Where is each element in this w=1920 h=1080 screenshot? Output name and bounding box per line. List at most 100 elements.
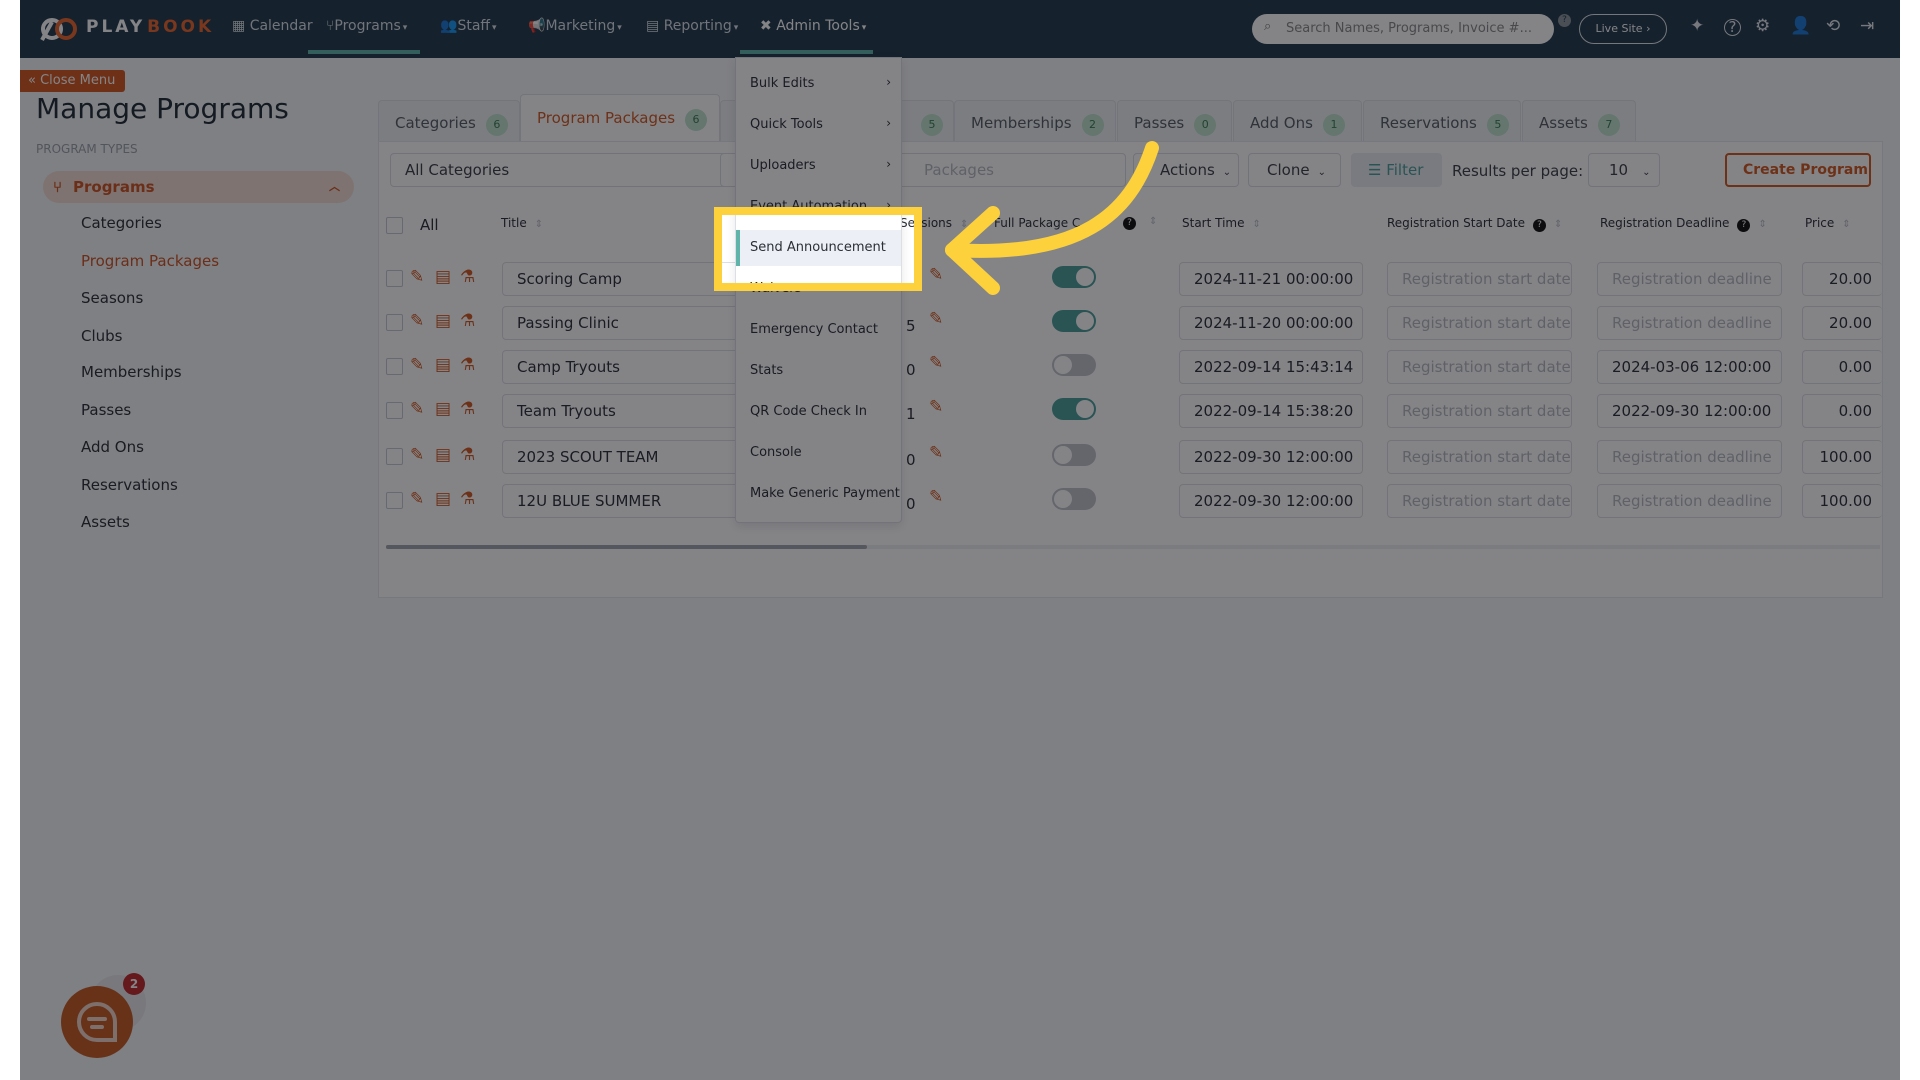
add-user-icon[interactable]: 👤 bbox=[1790, 16, 1811, 36]
edit-pencil-icon[interactable]: ✎ bbox=[929, 353, 943, 373]
title-input[interactable]: Passing Clinic bbox=[502, 306, 742, 340]
edit-pencil-icon[interactable]: ✎ bbox=[929, 487, 943, 507]
title-input[interactable]: 2023 SCOUT TEAM bbox=[502, 440, 742, 474]
reg-deadline-input[interactable]: 2024-03-06 12:00:00 bbox=[1597, 350, 1782, 384]
flask-icon[interactable]: ⚗ bbox=[460, 267, 475, 287]
tab[interactable]: Assets 7 bbox=[1522, 100, 1636, 141]
announcement-icon[interactable]: ✦ bbox=[1690, 16, 1704, 36]
filter-button[interactable]: ☰ Filter bbox=[1351, 153, 1442, 187]
menu-item[interactable]: Stats bbox=[736, 353, 901, 389]
menu-item[interactable]: Send Announcement bbox=[736, 230, 901, 266]
list-icon[interactable]: ▤ bbox=[435, 489, 451, 509]
title-input[interactable]: Scoring Camp bbox=[502, 262, 742, 296]
nav-admin-tools[interactable]: ✖ Admin Tools ▾ bbox=[760, 18, 866, 34]
sidebar-group-programs[interactable]: ⑂ Programs ︿ bbox=[43, 171, 354, 203]
tab[interactable]: Memberships 2 bbox=[954, 100, 1116, 141]
horizontal-scrollbar[interactable] bbox=[386, 545, 1880, 549]
sidebar-item[interactable]: Add Ons bbox=[81, 438, 144, 456]
edit-pencil-icon[interactable]: ✎ bbox=[410, 267, 424, 287]
reg-deadline-input[interactable]: Registration deadline bbox=[1597, 306, 1782, 340]
start-time-input[interactable]: 2024-11-20 00:00:00 bbox=[1179, 306, 1363, 340]
tab[interactable]: Program Packages 6 bbox=[520, 94, 720, 142]
edit-pencil-icon[interactable]: ✎ bbox=[929, 443, 943, 463]
nav-reporting[interactable]: ▤ Reporting ▾ bbox=[646, 18, 738, 34]
price-input[interactable]: 20.00 bbox=[1802, 262, 1882, 296]
menu-item[interactable]: Console bbox=[736, 435, 901, 471]
row-checkbox[interactable] bbox=[386, 492, 403, 509]
header-reg-deadline[interactable]: Registration Deadline? ⇕ bbox=[1600, 216, 1767, 232]
help-icon[interactable]: ? bbox=[1558, 14, 1571, 27]
nav-calendar[interactable]: ▦ Calendar bbox=[232, 18, 313, 34]
start-time-input[interactable]: 2024-11-21 00:00:00 bbox=[1179, 262, 1363, 296]
sort-icon[interactable]: ⇕ bbox=[1758, 219, 1766, 230]
menu-item[interactable]: Quick Tools › bbox=[736, 107, 901, 143]
select-all-checkbox[interactable] bbox=[386, 217, 403, 234]
menu-item[interactable]: Emergency Contact bbox=[736, 312, 901, 348]
reg-deadline-input[interactable]: Registration deadline bbox=[1597, 262, 1782, 296]
sort-icon[interactable]: ⇕ bbox=[960, 219, 968, 230]
header-full-package[interactable]: Full Package C bbox=[994, 216, 1114, 230]
start-time-input[interactable]: 2022-09-30 12:00:00 bbox=[1179, 484, 1363, 518]
reg-start-input[interactable]: Registration start date bbox=[1387, 306, 1572, 340]
tab[interactable]: Add Ons 1 bbox=[1233, 100, 1362, 141]
sort-icon[interactable]: ⇕ bbox=[535, 219, 543, 230]
start-time-input[interactable]: 2022-09-14 15:43:14 bbox=[1179, 350, 1363, 384]
header-price[interactable]: Price ⇕ bbox=[1805, 216, 1851, 230]
row-checkbox[interactable] bbox=[386, 448, 403, 465]
results-per-page-select[interactable]: 10 ⌄ bbox=[1588, 153, 1660, 187]
chat-widget-button[interactable] bbox=[61, 986, 133, 1058]
reg-deadline-input[interactable]: Registration deadline bbox=[1597, 484, 1782, 518]
sort-icon[interactable]: ⇕ bbox=[1554, 219, 1562, 230]
row-checkbox[interactable] bbox=[386, 358, 403, 375]
tab[interactable]: Categories 6 bbox=[378, 100, 520, 141]
edit-pencil-icon[interactable]: ✎ bbox=[929, 309, 943, 329]
edit-pencil-icon[interactable]: ✎ bbox=[410, 355, 424, 375]
menu-item[interactable]: QR Code Check In bbox=[736, 394, 901, 430]
header-reg-start[interactable]: Registration Start Date? ⇕ bbox=[1387, 216, 1562, 232]
header-title[interactable]: Title ⇕ bbox=[501, 216, 543, 230]
title-input[interactable]: Team Tryouts bbox=[502, 394, 742, 428]
sort-icon[interactable]: ⇕ bbox=[1149, 216, 1157, 227]
title-input[interactable]: Camp Tryouts bbox=[502, 350, 742, 384]
sidebar-item[interactable]: Clubs bbox=[81, 327, 122, 345]
row-checkbox[interactable] bbox=[386, 314, 403, 331]
edit-pencil-icon[interactable]: ✎ bbox=[410, 445, 424, 465]
row-checkbox[interactable] bbox=[386, 402, 403, 419]
question-icon[interactable]: ? bbox=[1724, 19, 1741, 36]
sort-icon[interactable]: ⇕ bbox=[1842, 219, 1850, 230]
menu-item[interactable]: Event Automation › bbox=[736, 189, 901, 225]
tab[interactable]: Passes 0 bbox=[1117, 100, 1232, 141]
price-input[interactable]: 0.00 bbox=[1802, 350, 1882, 384]
edit-pencil-icon[interactable]: ✎ bbox=[929, 265, 943, 285]
clone-dropdown[interactable]: Clone ⌄ bbox=[1248, 153, 1341, 187]
start-time-input[interactable]: 2022-09-14 15:38:20 bbox=[1179, 394, 1363, 428]
nav-marketing[interactable]: 📢Marketing ▾ bbox=[528, 18, 622, 34]
playbook-logo[interactable]: PLAY BOOK bbox=[38, 12, 214, 42]
sidebar-item[interactable]: Categories bbox=[81, 214, 162, 232]
menu-item[interactable]: Make Generic Payment bbox=[736, 476, 901, 512]
tab[interactable]: Reservations 5 bbox=[1363, 100, 1521, 141]
history-icon[interactable]: ⟲ bbox=[1826, 16, 1840, 36]
list-icon[interactable]: ▤ bbox=[435, 311, 451, 331]
help-circle-icon[interactable]: ? bbox=[1533, 219, 1546, 232]
price-input[interactable]: 100.00 bbox=[1802, 484, 1882, 518]
edit-pencil-icon[interactable]: ✎ bbox=[410, 311, 424, 331]
flask-icon[interactable]: ⚗ bbox=[460, 311, 475, 331]
edit-pencil-icon[interactable]: ✎ bbox=[410, 399, 424, 419]
list-icon[interactable]: ▤ bbox=[435, 445, 451, 465]
full-package-toggle[interactable] bbox=[1052, 310, 1096, 332]
full-package-toggle[interactable] bbox=[1052, 398, 1096, 420]
list-icon[interactable]: ▤ bbox=[435, 355, 451, 375]
edit-pencil-icon[interactable]: ✎ bbox=[410, 489, 424, 509]
logout-icon[interactable]: ⇥ bbox=[1860, 16, 1874, 36]
full-package-toggle[interactable] bbox=[1052, 354, 1096, 376]
nav-staff[interactable]: 👥Staff ▾ bbox=[440, 18, 497, 34]
flask-icon[interactable]: ⚗ bbox=[460, 489, 475, 509]
reg-start-input[interactable]: Registration start date bbox=[1387, 484, 1572, 518]
reg-start-input[interactable]: Registration start date bbox=[1387, 262, 1572, 296]
reg-start-input[interactable]: Registration start date bbox=[1387, 394, 1572, 428]
header-start-time[interactable]: Start Time ⇕ bbox=[1182, 216, 1261, 230]
gear-icon[interactable]: ⚙ bbox=[1755, 16, 1770, 36]
actions-dropdown[interactable]: Actions ⌄ bbox=[1133, 153, 1239, 187]
create-program-button[interactable]: Create Program bbox=[1725, 153, 1871, 187]
